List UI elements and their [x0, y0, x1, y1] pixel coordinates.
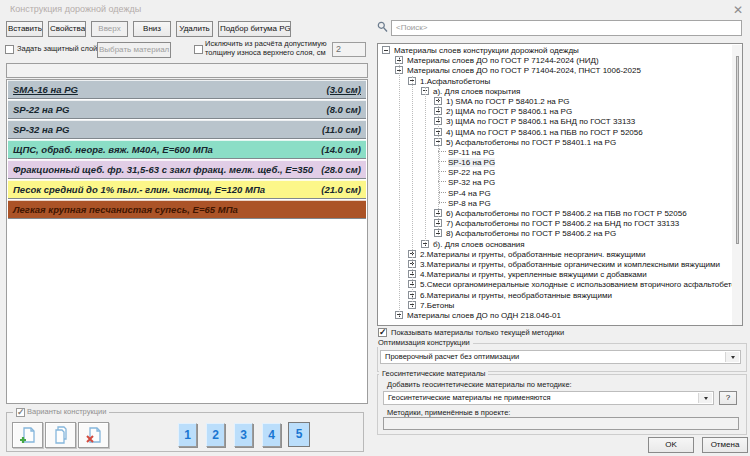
geosynthetics-group-label: Геосинтетические материалы [379, 369, 488, 378]
tree-node[interactable]: 4.Материалы и грунты, укрепленные вяжущи… [378, 270, 742, 280]
toolbar-button-2[interactable]: Свойства [48, 21, 86, 37]
layer-row-2[interactable]: SP-22 на PG (8.0 см) [8, 100, 366, 119]
layer-row-5[interactable]: Фракционный щеб. фр. 31,5-63 с закл фрак… [8, 160, 366, 179]
tree-node[interactable]: 1) SMA по ГОСТ Р 58401.2 на PG [378, 97, 742, 107]
combo-arrow-icon [698, 393, 712, 403]
copy-documents-icon [51, 425, 71, 445]
layer-name: Песок средний до 1% пыл.- глин. частиц, … [13, 184, 265, 195]
toolbar-button-3[interactable]: Вверх [91, 21, 128, 37]
tree-node[interactable]: SP-22 на PG [378, 168, 742, 178]
layer-thickness: (3.0 см) [327, 84, 361, 95]
tree-node[interactable]: 3.Материалы и грунты, обработанные орган… [378, 260, 742, 270]
ok-button[interactable]: OK [648, 437, 694, 453]
tree-node[interactable]: SP-8 на PG [378, 199, 742, 209]
layer-thickness: (8.0 см) [327, 104, 361, 115]
layer-row-4[interactable]: ЩПС, обраб. неорг. вяж. М40А, Е=600 МПа (… [8, 140, 366, 159]
tree-node[interactable]: SP-32 на PG [378, 178, 742, 188]
tree-node[interactable]: 3) ЩМА по ГОСТ Р 58406.1 на БНД по ГОСТ … [378, 117, 742, 127]
variant-button-3[interactable]: 3 [234, 423, 253, 447]
tree-node[interactable]: 6.Материалы и грунты, необработанные вяж… [378, 291, 742, 301]
geo-methods-field[interactable] [383, 417, 739, 430]
delete-document-icon [84, 425, 104, 445]
copy-variant-button[interactable] [45, 422, 76, 448]
tree-scrollbar-thumb[interactable] [736, 56, 739, 244]
tree-node[interactable]: 1.Асфальтобетоны [378, 77, 742, 87]
search-icon [377, 21, 388, 33]
layer-thickness: (11.0 см) [322, 124, 361, 135]
layer-thickness: (21.0 см) [321, 184, 361, 195]
road-construction-dialog: Конструкция дорожной одежды ✕ Вставить Св… [0, 0, 750, 456]
tree-node[interactable]: SP-11 на PG [378, 148, 742, 158]
wear-thickness-field[interactable]: 2 [332, 42, 366, 57]
show-current-method-label: Показывать материалы только текущей мето… [391, 328, 564, 337]
collapse-icon[interactable] [382, 46, 390, 54]
toolbar-button-1[interactable]: Вставить [6, 21, 43, 37]
tree-node[interactable]: 8) Асфальтобетоны по ГОСТ Р 58406.2 на P… [378, 229, 742, 239]
tree-node[interactable]: 7) Асфальтобетоны по ГОСТ Р 58406.2 на Б… [378, 219, 742, 229]
tree-node[interactable]: Материалы слоев ДО по ГОСТ Р 71244-2024 … [378, 56, 742, 66]
variant-button-5[interactable]: 5 [288, 422, 310, 447]
geo-add-label: Добавить геосинтетические материалы по м… [387, 380, 572, 389]
layer-name: SMA-16 на PG [13, 84, 78, 95]
material-name-field[interactable] [6, 63, 368, 78]
layers-list: SMA-16 на PG(3.0 см)SP-22 на PG(8.0 см)S… [6, 79, 368, 404]
geo-method-combobox[interactable]: Геосинтетические материалы не применяютс… [383, 391, 714, 405]
add-document-icon [18, 425, 38, 445]
variant-button-2[interactable]: 2 [206, 423, 225, 447]
layer-thickness: (28.0 см) [321, 164, 361, 175]
exclude-wear-label: Исключить из расчёта допустимуютолщину и… [205, 40, 327, 57]
toolbar-button-6[interactable]: Подбор битума PG [218, 21, 291, 37]
optimization-combobox[interactable]: Проверочный расчет без оптимизации [380, 350, 741, 364]
close-icon[interactable]: ✕ [733, 3, 743, 17]
tree-node[interactable]: Материалы слоев конструкции дорожной оде… [378, 46, 742, 56]
window-title: Конструкция дорожной одежды [10, 4, 141, 14]
search-input[interactable]: <Поиск> [391, 20, 742, 36]
layer-name: ЩПС, обраб. неорг. вяж. М40А, Е=600 МПа [13, 144, 213, 155]
geo-methods-label: Методики, применённые в проекте: [387, 408, 510, 417]
layer-name: SP-32 на PG [13, 124, 69, 135]
layer-name: SP-22 на PG [13, 104, 69, 115]
tree-node[interactable]: Материалы слоев ДО по ГОСТ Р 71404-2024,… [378, 66, 742, 76]
tree-node[interactable]: Материалы слоев ДО по ОДН 218.046-01 [378, 311, 742, 321]
optimization-group-label: Оптимизация конструкции [377, 338, 473, 347]
variants-checkbox[interactable] [16, 408, 25, 417]
layer-name: Легкая крупная песчанистая супесь, Е=65 … [13, 204, 238, 215]
tree-scrollbar[interactable] [732, 45, 742, 326]
layer-row-3[interactable]: SP-32 на PG (11.0 см) [8, 120, 366, 139]
tree-node[interactable]: 5.Смеси органоминеральные холодные с исп… [378, 280, 742, 290]
tree-node[interactable]: 6) Асфальтобетоны по ГОСТ Р 58406.2 на П… [378, 209, 742, 219]
tree-node[interactable]: 2) ЩМА по ГОСТ Р 58406.1 на PG [378, 107, 742, 117]
geo-help-button[interactable]: ? [719, 391, 737, 405]
tree-node[interactable]: а). Для слоев покрытия [378, 87, 742, 97]
tree-node[interactable]: б). Для слоев основания [378, 240, 742, 250]
layer-row-7[interactable]: Легкая крупная песчанистая супесь, Е=65 … [8, 200, 366, 219]
tree-node[interactable]: SP-4 на PG [378, 189, 742, 199]
layer-row-6[interactable]: Песок средний до 1% пыл.- глин. частиц, … [8, 180, 366, 199]
cancel-button[interactable]: Отмена [702, 437, 748, 453]
variant-button-1[interactable]: 1 [178, 423, 197, 447]
protective-layer-checkbox[interactable] [5, 45, 14, 54]
show-current-method-checkbox[interactable] [378, 328, 387, 337]
layer-row-1[interactable]: SMA-16 на PG (3.0 см) [8, 80, 366, 99]
combo-arrow-icon [725, 352, 739, 362]
layer-thickness: (14.0 см) [321, 144, 361, 155]
delete-variant-button[interactable] [78, 422, 109, 448]
toolbar-button-5[interactable]: Удалить [176, 21, 213, 37]
tree-node[interactable]: 4) ЩМА по ГОСТ Р 58406.1 на ПБВ по ГОСТ … [378, 128, 742, 138]
exclude-wear-checkbox[interactable] [194, 45, 203, 54]
layer-name: Фракционный щеб. фр. 31,5-63 с закл фрак… [13, 164, 313, 175]
add-variant-button[interactable] [12, 422, 43, 448]
toolbar-button-4[interactable]: Вниз [133, 21, 171, 37]
materials-tree: Материалы слоев конструкции дорожной оде… [377, 43, 743, 326]
protective-layer-label: Задать защитный слой [17, 44, 97, 53]
variant-button-4[interactable]: 4 [262, 423, 281, 447]
variants-group-label: Варианты конструкции [13, 407, 109, 416]
choose-material-button[interactable]: Выбрать материал [97, 42, 171, 58]
tree-node[interactable]: 7.Бетоны [378, 301, 742, 311]
tree-node[interactable]: SP-16 на PG [378, 158, 742, 168]
tree-node[interactable]: 2.Материалы и грунты, обработанные неорг… [378, 250, 742, 260]
tree-node[interactable]: 5) Асфальтобетоны по ГОСТ Р 58401.1 на P… [378, 138, 742, 148]
